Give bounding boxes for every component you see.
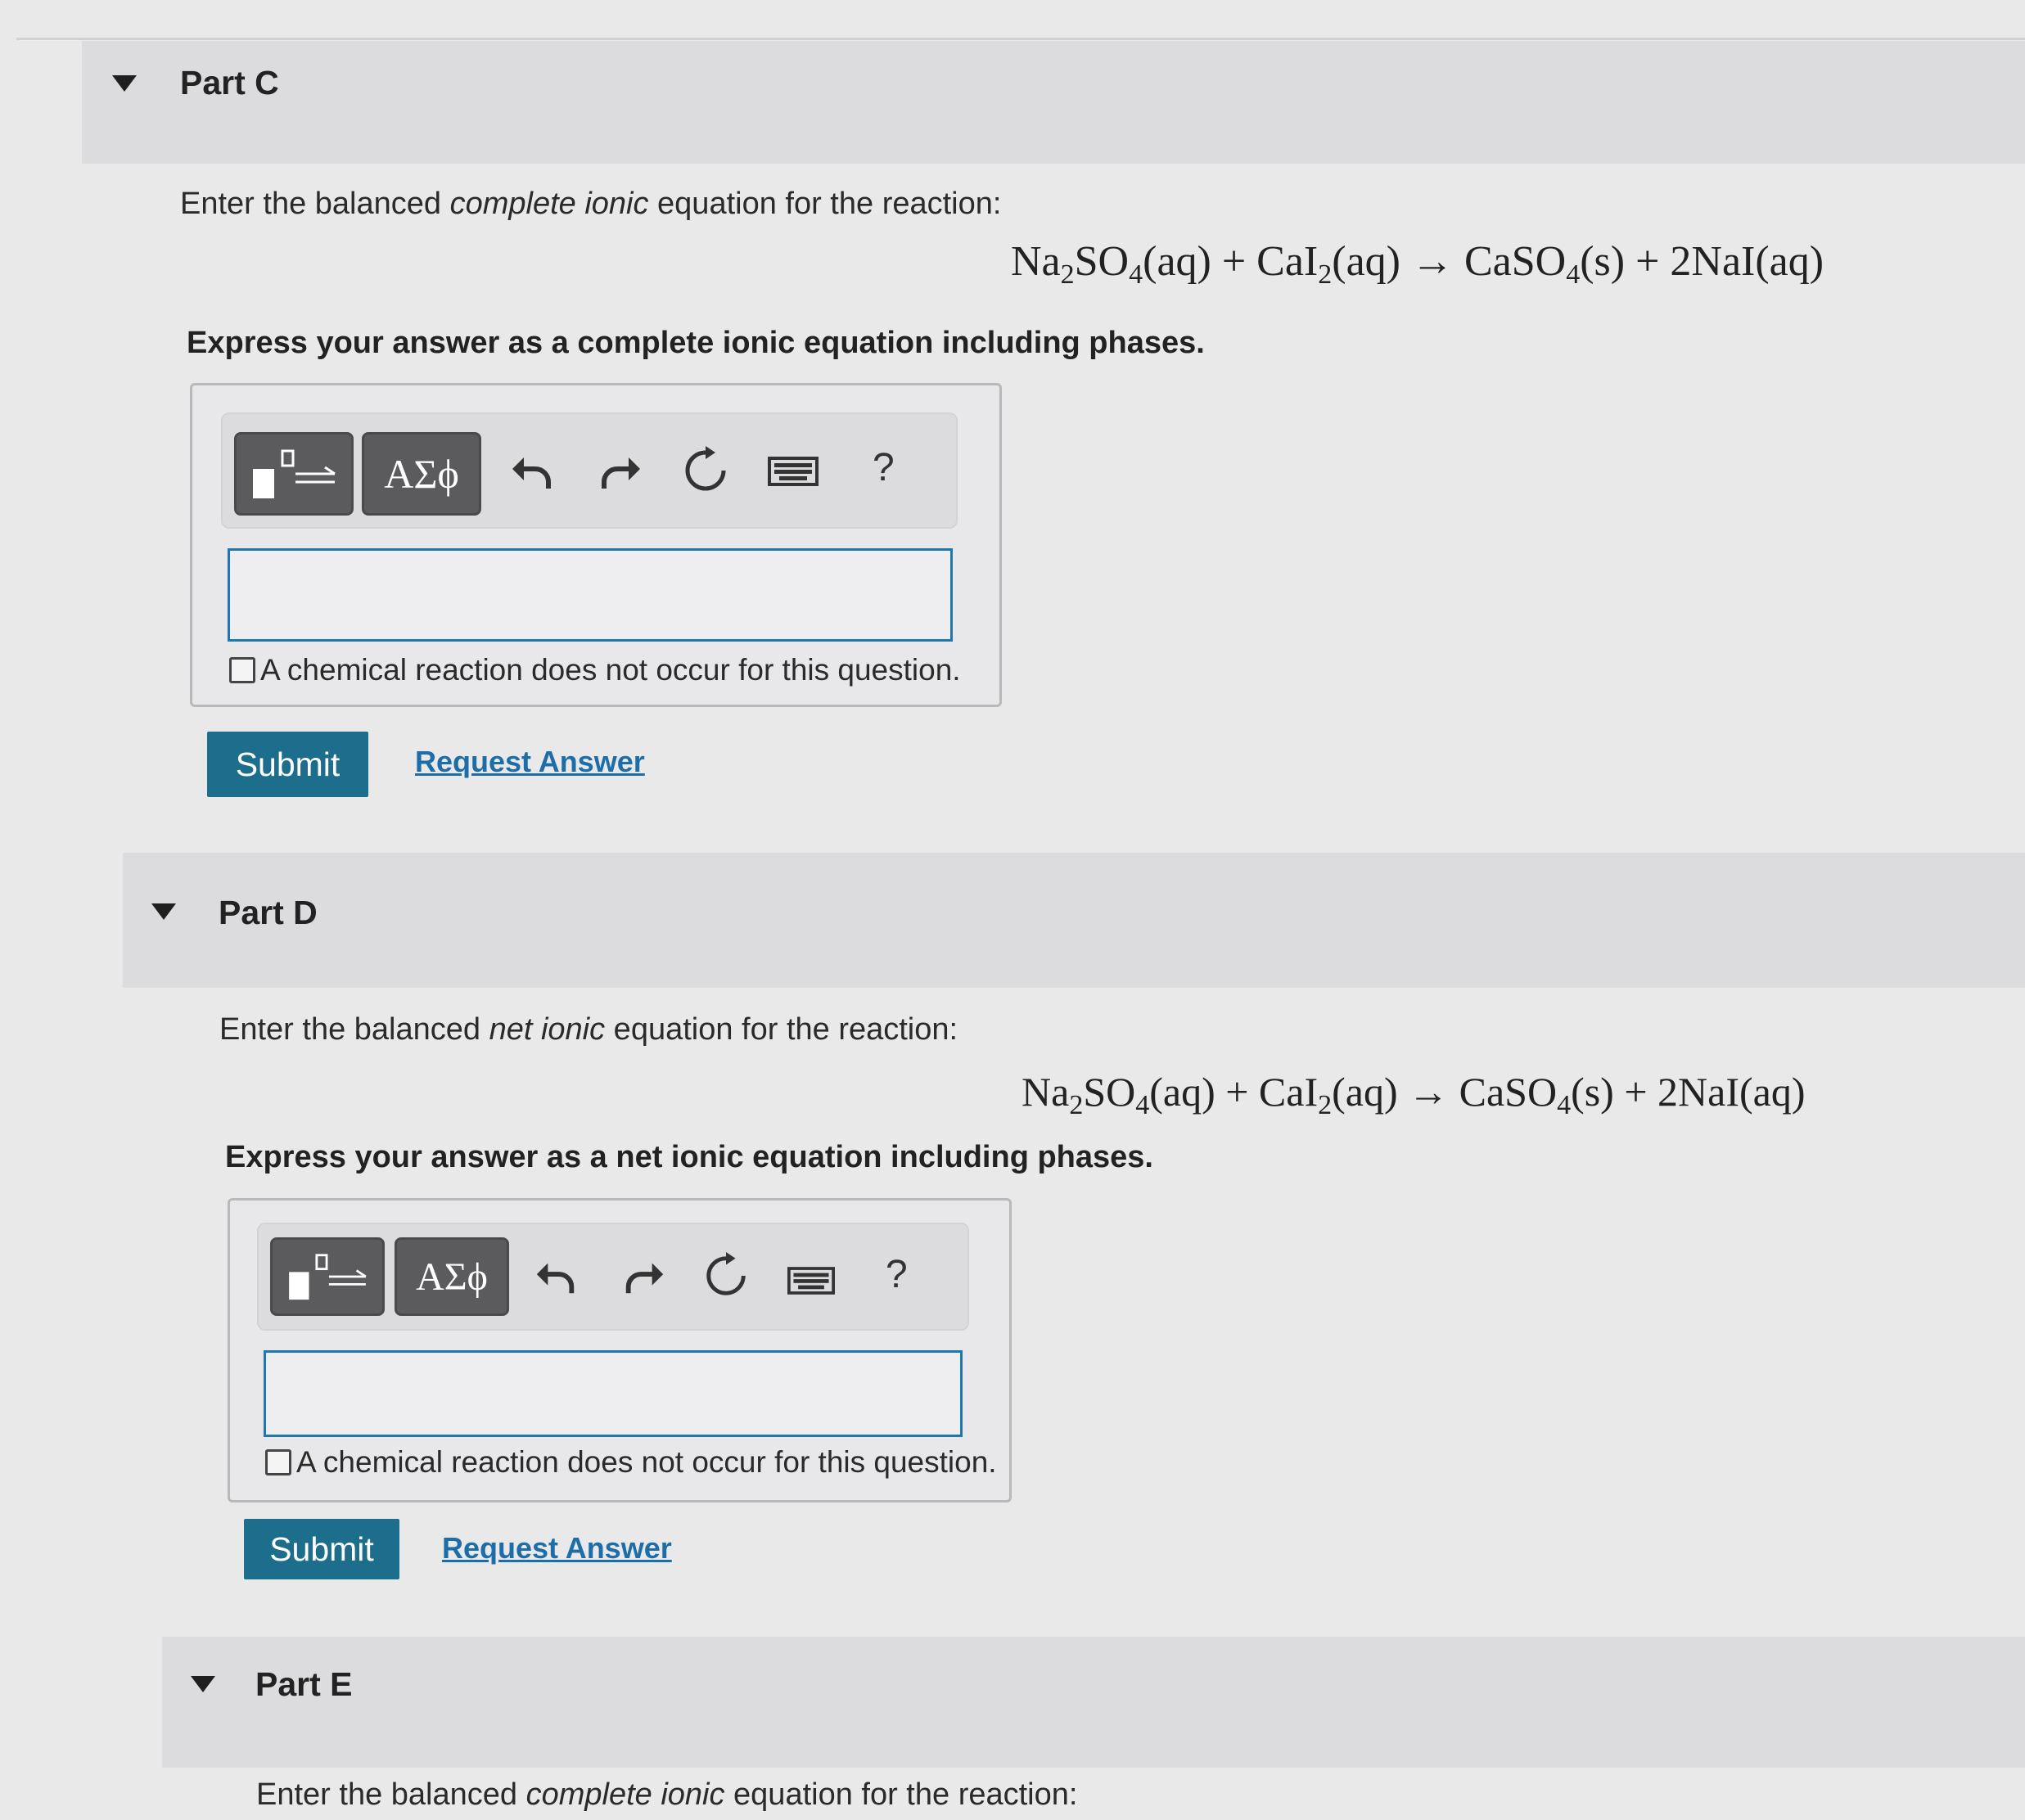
submit-button[interactable]: Submit	[244, 1519, 399, 1579]
answer-input[interactable]	[264, 1350, 963, 1437]
templates-button[interactable]	[270, 1237, 385, 1316]
reset-icon[interactable]	[702, 1252, 750, 1300]
no-reaction-checkbox[interactable]	[265, 1449, 291, 1475]
part-d-title: Part D	[219, 894, 318, 931]
templates-icon	[253, 449, 336, 498]
help-icon[interactable]: ?	[886, 1252, 908, 1297]
greek-symbols-button[interactable]: ΑΣϕ	[395, 1237, 509, 1316]
prompt-text: equation for the reaction:	[648, 187, 1002, 221]
part-e-title: Part E	[255, 1665, 353, 1703]
prompt-text: Enter the balanced	[256, 1777, 526, 1812]
prompt-text: Enter the balanced	[180, 187, 450, 221]
top-divider	[16, 38, 2025, 40]
prompt-emphasis: complete ionic	[449, 187, 649, 221]
prompt-emphasis: complete ionic	[525, 1777, 725, 1812]
part-c-prompt: Enter the balanced complete ionic equati…	[180, 187, 1001, 222]
prompt-text: equation for the reaction:	[605, 1012, 958, 1047]
keyboard-icon[interactable]	[787, 1265, 835, 1296]
undo-icon[interactable]	[532, 1252, 580, 1300]
no-reaction-option[interactable]: A chemical reaction does not occur for t…	[229, 653, 961, 687]
collapse-caret-icon[interactable]	[151, 903, 176, 920]
redo-icon[interactable]	[596, 446, 645, 495]
keyboard-icon[interactable]	[768, 455, 819, 488]
part-c-header[interactable]	[82, 41, 2025, 164]
part-c-title: Part C	[180, 64, 279, 101]
part-d-instruction: Express your answer as a net ionic equat…	[225, 1140, 1153, 1174]
part-d-header[interactable]	[123, 853, 2025, 988]
no-reaction-checkbox[interactable]	[229, 657, 255, 683]
part-e-prompt: Enter the balanced complete ionic equati…	[256, 1777, 1077, 1813]
collapse-caret-icon[interactable]	[191, 1676, 215, 1692]
request-answer-link[interactable]: Request Answer	[415, 745, 645, 779]
prompt-text: equation for the reaction:	[724, 1777, 1078, 1812]
collapse-caret-icon[interactable]	[112, 75, 137, 92]
reaction-equation: Na2SO4(aq) + CaI2(aq) → CaSO4(s) + 2NaI(…	[1011, 238, 1824, 290]
part-e-header[interactable]	[162, 1637, 2025, 1768]
help-icon[interactable]: ?	[873, 445, 895, 490]
templates-icon	[289, 1254, 367, 1300]
no-reaction-label: A chemical reaction does not occur for t…	[296, 1445, 997, 1479]
answer-input[interactable]	[228, 548, 953, 642]
templates-button[interactable]	[234, 432, 354, 516]
part-d-prompt: Enter the balanced net ionic equation fo…	[219, 1012, 958, 1047]
no-reaction-label: A chemical reaction does not occur for t…	[260, 653, 961, 687]
submit-button[interactable]: Submit	[207, 732, 368, 797]
greek-symbols-button[interactable]: ΑΣϕ	[362, 432, 481, 516]
part-c-instruction: Express your answer as a complete ionic …	[187, 326, 1205, 360]
reset-icon[interactable]	[681, 446, 730, 495]
prompt-text: Enter the balanced	[219, 1012, 489, 1047]
request-answer-link[interactable]: Request Answer	[442, 1531, 672, 1565]
reaction-equation: Na2SO4(aq) + CaI2(aq) → CaSO4(s) + 2NaI(…	[1022, 1069, 1806, 1120]
prompt-emphasis: net ionic	[489, 1012, 606, 1047]
no-reaction-option[interactable]: A chemical reaction does not occur for t…	[265, 1445, 997, 1480]
undo-icon[interactable]	[507, 446, 557, 495]
redo-icon[interactable]	[620, 1252, 668, 1300]
